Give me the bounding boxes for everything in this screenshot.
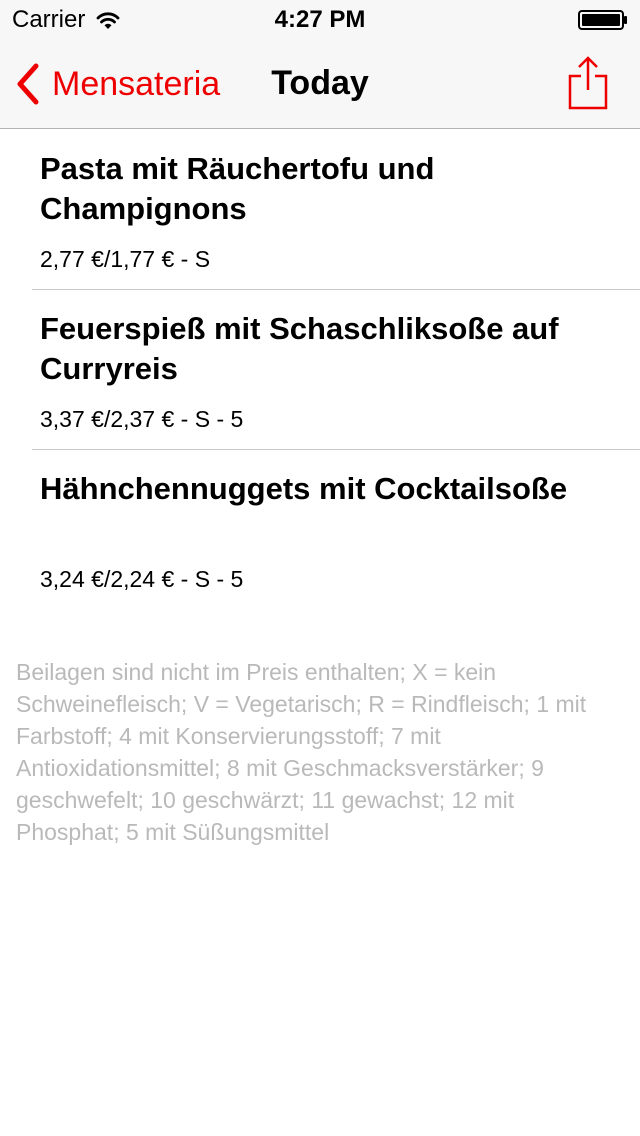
battery-icon (578, 10, 627, 30)
status-time: 4:27 PM (274, 6, 366, 33)
status-bar: Carrier 4:27 PM (0, 0, 640, 40)
share-icon[interactable] (566, 54, 610, 112)
menu-item[interactable]: Feuerspieß mit Schaschliksoße auf Curryr… (0, 289, 640, 449)
dish-price: 3,37 €/2,37 € - S - 5 (40, 406, 244, 432)
screen: Carrier 4:27 PM Mensateria Today Pasta m… (0, 0, 640, 1136)
dish-name: Hähnchennuggets mit Cocktailsoße (40, 471, 568, 506)
back-label: Mensateria (52, 64, 221, 103)
menu-list: Pasta mit Räuchertofu und Champignons 2,… (0, 129, 640, 609)
back-button[interactable]: Mensateria (14, 58, 220, 110)
page-title: Today (271, 64, 369, 102)
navigation-bar: Mensateria Today (0, 40, 640, 129)
dish-name: Pasta mit Räuchertofu und Champignons (40, 151, 435, 226)
menu-item[interactable]: Pasta mit Räuchertofu und Champignons 2,… (0, 129, 640, 289)
legend-footnote: Beilagen sind nicht im Preis enthalten; … (16, 659, 587, 845)
dish-price: 2,77 €/1,77 € - S (40, 246, 211, 272)
chevron-left-icon (17, 63, 39, 105)
dish-price: 3,24 €/2,24 € - S - 5 (40, 566, 244, 592)
menu-item[interactable]: Hähnchennuggets mit Cocktailsoße 3,24 €/… (0, 449, 640, 609)
dish-name: Feuerspieß mit Schaschliksoße auf Curryr… (40, 311, 559, 386)
